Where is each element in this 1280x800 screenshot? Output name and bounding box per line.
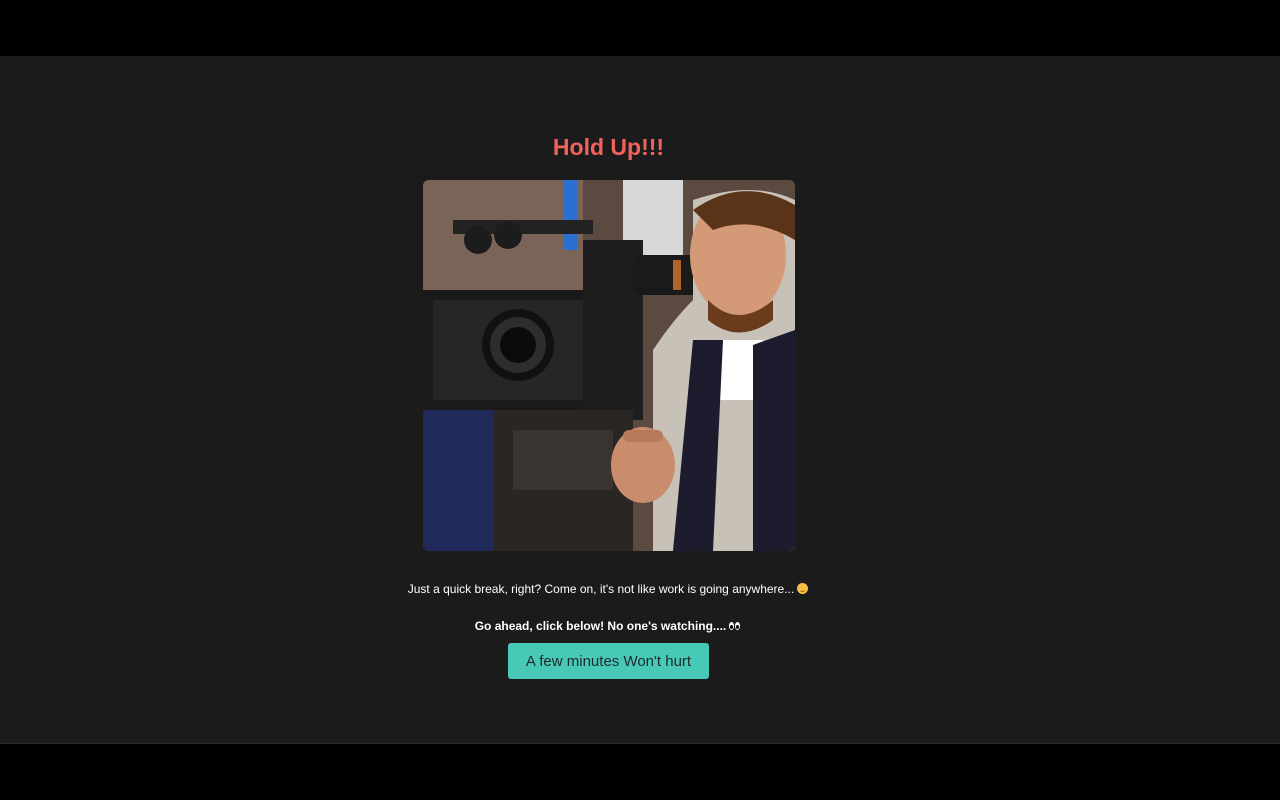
smirking-face-icon (797, 583, 809, 594)
break-message-text: Just a quick break, right? Come on, it's… (407, 582, 795, 596)
click-prompt: Go ahead, click below! No one's watching… (0, 619, 1216, 633)
eyes-icon (729, 622, 741, 631)
break-message: Just a quick break, right? Come on, it's… (0, 582, 1216, 596)
bottom-letterbox (0, 743, 1280, 800)
click-prompt-text: Go ahead, click below! No one's watching… (474, 619, 727, 633)
break-page: Hold Up!!! Just a quick break, right? Co… (0, 56, 1280, 743)
take-break-button[interactable]: A few minutes Won't hurt (508, 643, 709, 679)
meme-image (423, 180, 795, 551)
top-letterbox (0, 0, 1280, 56)
page-title: Hold Up!!! (552, 134, 665, 160)
